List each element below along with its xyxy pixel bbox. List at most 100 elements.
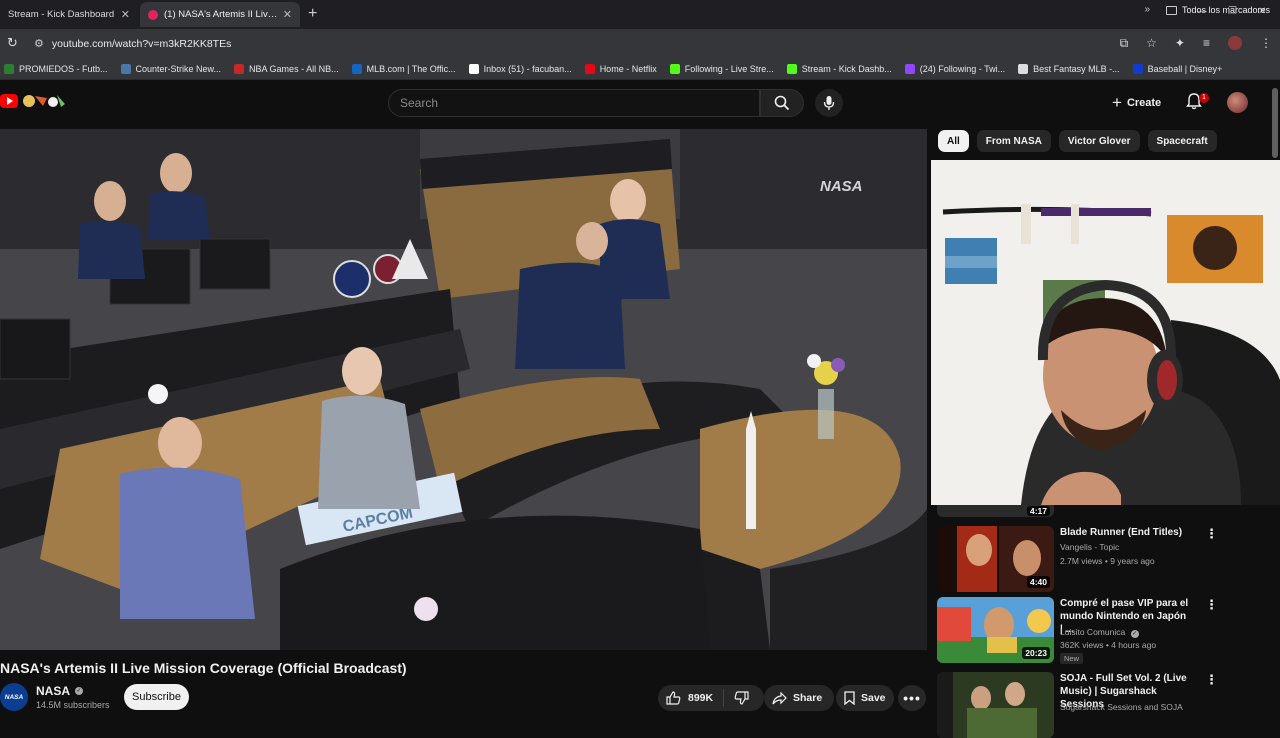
share-label: Share <box>793 692 823 704</box>
toolbar-icons: ⧉ ☆ ✦ ≡ ⋮ <box>1120 36 1272 51</box>
chip-from-nasa[interactable]: From NASA <box>976 130 1051 152</box>
bookmark-label: Stream - Kick Dashb... <box>801 63 892 74</box>
bookmark-item[interactable]: NBA Games - All NB... <box>234 63 339 74</box>
all-bookmarks[interactable]: Todos los marcadores <box>1165 5 1270 15</box>
search-button[interactable] <box>760 89 804 117</box>
video-title: NASA's Artemis II Live Mission Coverage … <box>0 660 407 676</box>
profile-icon[interactable] <box>1228 36 1242 50</box>
chip-all[interactable]: All <box>938 130 969 152</box>
channel-name[interactable]: NASA ✓ <box>36 684 84 698</box>
recommendation-channel[interactable]: Vangelis - Topic <box>1060 542 1119 552</box>
kebab-menu-icon[interactable]: ⋮ <box>1205 672 1218 688</box>
bookmark-label: Inbox (51) - facuban... <box>483 63 572 74</box>
close-icon[interactable]: ✕ <box>121 8 130 21</box>
bookmark-item[interactable]: PROMIEDOS - Futb... <box>4 63 108 74</box>
more-horizontal-icon: ••• <box>903 690 921 706</box>
kebab-menu-icon[interactable]: ⋮ <box>1205 526 1218 542</box>
bookmark-item[interactable]: MLB.com | The Offic... <box>351 63 456 74</box>
create-button[interactable]: + Create <box>1112 91 1161 115</box>
bookmark-favicon-icon <box>4 63 14 74</box>
video-duration: 20:23 <box>1022 647 1050 659</box>
partial-recommendation-thumbnail[interactable]: 4:17 <box>937 505 1054 517</box>
save-button[interactable]: Save <box>836 685 894 711</box>
bookmarks-bar: PROMIEDOS - Futb... Counter-Strike New...… <box>0 58 1280 80</box>
recommendation-item[interactable]: 4:40 Blade Runner (End Titles) Vangelis … <box>937 526 1277 592</box>
video-thumbnail[interactable] <box>937 672 1054 738</box>
recommendation-item[interactable]: 20:23 Compré el pase VIP para el mundo N… <box>937 597 1277 664</box>
more-bookmarks-icon[interactable]: » <box>1144 4 1150 15</box>
channel-avatar-text: NASA <box>4 693 24 701</box>
browser-tab-youtube[interactable]: (1) NASA's Artemis II Live Missi... ✕ <box>140 2 300 27</box>
browser-tab-kick[interactable]: Stream - Kick Dashboard ✕ <box>0 2 138 27</box>
bookmark-item[interactable]: Inbox (51) - facuban... <box>468 63 572 74</box>
tab-label: Stream - Kick Dashboard <box>8 9 115 20</box>
recommendation-item[interactable]: SOJA - Full Set Vol. 2 (Live Music) | Su… <box>937 672 1277 738</box>
bookmark-label: Best Fantasy MLB -... <box>1033 63 1120 74</box>
bookmark-label: Home - Netflix <box>599 63 657 74</box>
bookmark-star-icon[interactable]: ☆ <box>1146 36 1157 51</box>
user-avatar[interactable] <box>1227 92 1248 113</box>
like-dislike-group: 899K <box>658 685 764 711</box>
bookmark-icon <box>844 691 855 705</box>
voice-search-button[interactable] <box>815 89 843 117</box>
thumbs-up-icon <box>666 691 681 705</box>
share-arrow-icon <box>772 691 787 704</box>
page-scrollbar[interactable] <box>1272 88 1278 158</box>
search-box[interactable] <box>388 89 760 117</box>
save-label: Save <box>861 692 886 704</box>
bookmark-item[interactable]: Stream - Kick Dashb... <box>786 63 892 74</box>
channel-name-text: NASA <box>36 684 71 698</box>
recommendation-channel[interactable]: Luisito Comunica ✓ <box>1060 627 1139 638</box>
video-player[interactable]: CAPCOM NASA <box>0 129 927 650</box>
extensions-icon[interactable]: ✦ <box>1175 36 1185 51</box>
dislike-button[interactable] <box>724 691 759 705</box>
bookmark-item[interactable]: Best Fantasy MLB -... <box>1018 63 1120 74</box>
omnibox[interactable]: ⚙ youtube.com/watch?v=m3kR2KK8TEs <box>30 32 1160 55</box>
subscribe-button[interactable]: Subscribe <box>124 684 189 710</box>
plus-icon: + <box>1112 93 1122 112</box>
bookmark-item[interactable]: Following - Live Stre... <box>669 63 774 74</box>
recommendation-meta: 2.7M views • 9 years ago <box>1060 556 1155 566</box>
verified-check-icon: ✓ <box>75 687 84 695</box>
chip-spacecraft[interactable]: Spacecraft <box>1147 130 1217 152</box>
bookmark-favicon-icon <box>584 63 595 74</box>
bookmark-item[interactable]: Baseball | Disney+ <box>1132 63 1222 74</box>
bookmark-label: PROMIEDOS - Futb... <box>19 63 108 74</box>
bookmark-favicon-icon <box>904 63 915 74</box>
close-icon[interactable]: ✕ <box>283 8 292 21</box>
subscriber-count: 14.5M subscribers <box>36 700 110 710</box>
search-input[interactable] <box>400 96 759 110</box>
recommendation-channel[interactable]: Sugarshack Sessions and SOJA <box>1060 702 1183 712</box>
youtube-logo-icon[interactable] <box>0 94 18 108</box>
media-control-icon[interactable]: ≡ <box>1203 36 1210 51</box>
menu-kebab-icon[interactable]: ⋮ <box>1260 36 1272 51</box>
site-info-icon[interactable]: ⚙ <box>34 37 44 50</box>
video-thumbnail[interactable]: 4:40 <box>937 526 1054 592</box>
share-button[interactable]: Share <box>764 685 834 711</box>
nasa-watermark: NASA <box>820 178 863 195</box>
bookmark-favicon-icon <box>468 63 479 74</box>
video-thumbnail[interactable]: 20:23 <box>937 597 1054 663</box>
channel-avatar[interactable]: NASA <box>0 683 28 711</box>
youtube-masthead: + Create 1 <box>0 80 1280 125</box>
bookmark-item[interactable]: (24) Following - Twi... <box>904 63 1005 74</box>
cast-icon[interactable]: ⧉ <box>1120 36 1129 51</box>
thumbs-down-icon <box>734 691 749 705</box>
tab-label: (1) NASA's Artemis II Live Missi... <box>164 9 279 20</box>
address-bar-row: ↻ ⚙ youtube.com/watch?v=m3kR2KK8TEs ⧉ ☆ … <box>0 29 1280 58</box>
bookmark-item[interactable]: Counter-Strike New... <box>120 63 221 74</box>
video-frame-mission-control: CAPCOM NASA <box>0 129 927 650</box>
recommendation-title[interactable]: Blade Runner (End Titles) <box>1060 526 1190 539</box>
reload-icon[interactable]: ↻ <box>7 35 18 51</box>
chip-victor-glover[interactable]: Victor Glover <box>1058 130 1140 152</box>
more-actions-button[interactable]: ••• <box>898 685 926 711</box>
channel-name-text: Luisito Comunica <box>1060 627 1126 637</box>
kebab-menu-icon[interactable]: ⋮ <box>1205 597 1218 613</box>
bookmark-favicon-icon <box>1132 63 1143 74</box>
bookmark-item[interactable]: Home - Netflix <box>584 63 657 74</box>
doodle-logo-icon[interactable] <box>21 92 67 110</box>
webcam-overlay <box>931 160 1280 505</box>
new-tab-icon[interactable]: + <box>308 5 317 23</box>
like-button[interactable]: 899K <box>658 689 725 707</box>
filter-chips: All From NASA Victor Glover Spacecraft <box>938 130 1217 152</box>
